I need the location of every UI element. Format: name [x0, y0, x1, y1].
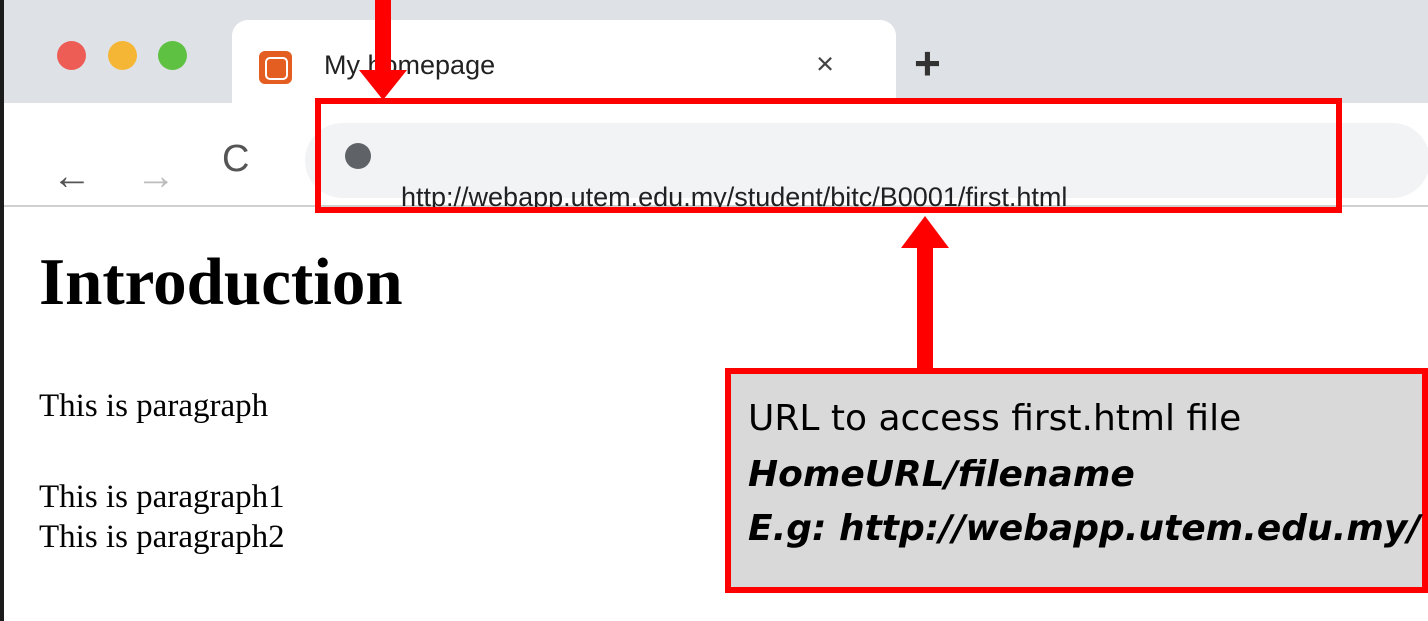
forward-arrow-icon[interactable]: → — [136, 156, 176, 196]
annotation-arrow-up — [917, 245, 933, 370]
annotation-callout: URL to access first.html file HomeURL/fi… — [725, 368, 1428, 593]
annotation-arrow-head — [901, 216, 949, 248]
callout-text: E.g: http://webapp.utem.edu.my/ — [748, 508, 1421, 549]
back-arrow-icon[interactable]: ← — [52, 156, 92, 196]
minimize-window-button[interactable] — [108, 41, 137, 70]
reload-icon[interactable]: C — [222, 140, 249, 178]
tab-my-homepage[interactable]: My homepage × — [232, 20, 896, 104]
close-window-button[interactable] — [57, 41, 86, 70]
new-tab-button[interactable]: + — [914, 40, 941, 86]
tab-strip: My homepage × + — [4, 0, 1428, 104]
url-highlight-box — [315, 98, 1342, 213]
browser-window: My homepage × + ← → C http://webapp.utem… — [0, 0, 1428, 621]
favicon-icon — [259, 51, 292, 84]
callout-text: HomeURL/filename — [748, 454, 1135, 495]
paragraph: This is paragraph2 — [39, 519, 285, 555]
page-heading: Introduction — [39, 245, 403, 319]
window-edge — [0, 0, 4, 621]
tab-close-icon[interactable]: × — [816, 48, 834, 79]
annotation-arrow-down — [375, 0, 391, 75]
paragraph: This is paragraph1 — [39, 479, 285, 515]
annotation-arrow-head — [359, 70, 407, 100]
paragraph: This is paragraph — [39, 388, 269, 424]
tab-title: My homepage — [324, 50, 496, 80]
callout-text: URL to access first.html file — [748, 398, 1242, 439]
maximize-window-button[interactable] — [158, 41, 187, 70]
